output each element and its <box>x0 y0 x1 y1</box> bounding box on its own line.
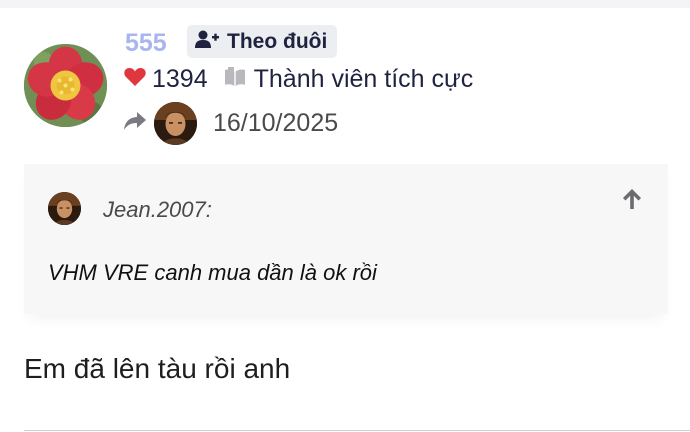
portrait-avatar-image <box>154 101 197 145</box>
top-strip <box>0 0 690 8</box>
portrait-avatar-image <box>48 192 81 225</box>
like-count: 1394 <box>152 64 208 93</box>
user-plus-icon <box>195 30 219 53</box>
replied-user-avatar[interactable] <box>154 101 197 145</box>
quote-block: Jean.2007: VHM VRE canh mua dần là ok rồ… <box>24 164 668 314</box>
post-date: 16/10/2025 <box>213 108 339 137</box>
stats-row: 1394 Thành viên tích cực <box>124 63 473 95</box>
quote-text: VHM VRE canh mua dần là ok rồi <box>48 260 377 285</box>
username-link[interactable]: 555 <box>125 28 167 58</box>
follow-label: Theo đuôi <box>227 29 328 53</box>
flower-avatar-image <box>24 44 107 127</box>
follow-button[interactable]: Theo đuôi <box>187 25 338 58</box>
quote-author-avatar[interactable] <box>48 192 81 225</box>
member-rank: Thành viên tích cực <box>253 64 474 93</box>
user-avatar[interactable] <box>24 44 107 127</box>
post-body: Em đã lên tàu rồi anh <box>24 353 291 384</box>
share-arrow-icon <box>124 111 146 135</box>
divider <box>24 430 690 431</box>
book-icon <box>224 66 246 92</box>
heart-icon <box>124 67 146 91</box>
quote-author[interactable]: Jean.2007: <box>103 197 212 223</box>
reply-row: 16/10/2025 <box>124 101 338 145</box>
arrow-up-icon[interactable] <box>622 188 642 215</box>
